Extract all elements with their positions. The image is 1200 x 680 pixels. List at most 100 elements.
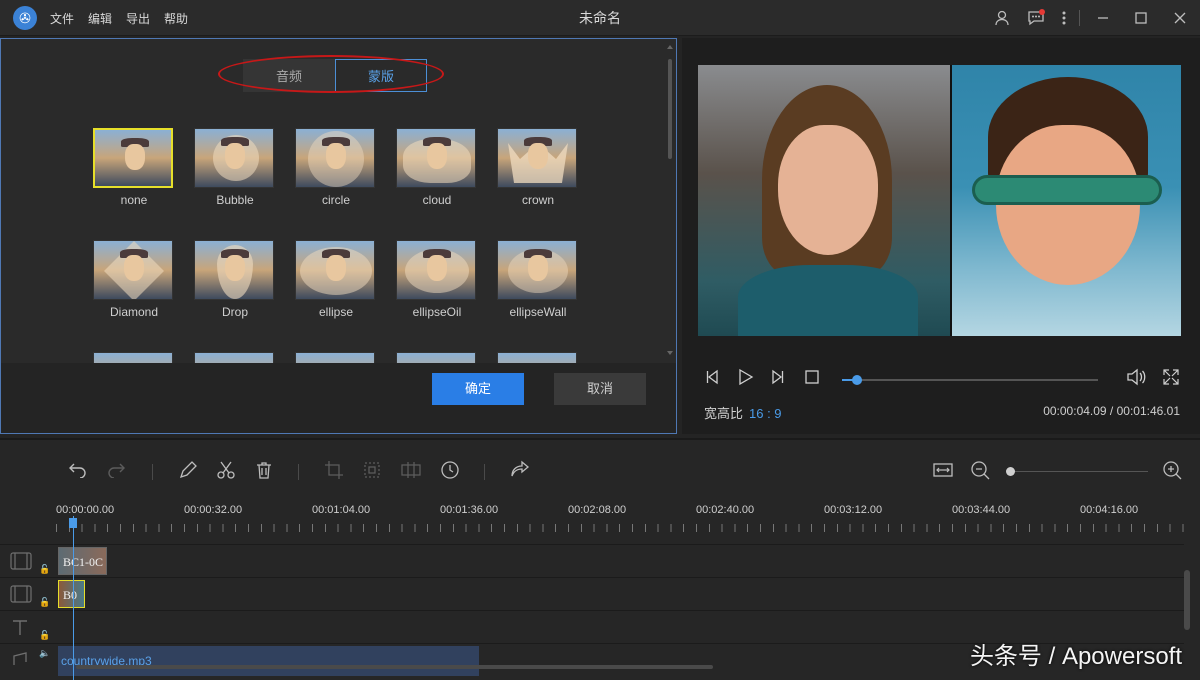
video-preview[interactable] bbox=[698, 65, 1181, 336]
mask-item-circle[interactable]: circle bbox=[295, 128, 377, 207]
timeline-hscrollbar[interactable] bbox=[76, 665, 713, 669]
mask-item-drop[interactable]: Drop bbox=[194, 240, 276, 319]
maximize-icon[interactable] bbox=[1122, 0, 1160, 36]
user-icon[interactable] bbox=[985, 0, 1019, 36]
share-icon[interactable] bbox=[510, 460, 530, 485]
mask-thumbnail[interactable] bbox=[93, 352, 173, 363]
zoom-in-icon[interactable] bbox=[1162, 460, 1182, 485]
time-display: 00:00:04.09 / 00:01:46.01 bbox=[1043, 404, 1180, 418]
mask-thumbnail[interactable] bbox=[396, 240, 476, 300]
mask-thumbnail[interactable] bbox=[396, 352, 476, 363]
crop-icon[interactable] bbox=[324, 460, 344, 485]
mask-item-partial[interactable] bbox=[194, 352, 276, 363]
zoom-knob[interactable] bbox=[1006, 467, 1015, 476]
video-track-2[interactable]: 🔓 B0 bbox=[0, 577, 1184, 610]
mask-item-ellipsewall[interactable]: ellipseWall bbox=[497, 240, 579, 319]
video-track-1[interactable]: 🔓 BC1-0C bbox=[0, 544, 1184, 577]
toolbar-divider bbox=[484, 464, 485, 480]
mask-thumbnail[interactable] bbox=[194, 352, 274, 363]
film-reel-icon: ✇ bbox=[13, 6, 37, 30]
cancel-button[interactable]: 取消 bbox=[554, 373, 646, 405]
ruler-label: 00:04:16.00 bbox=[1080, 504, 1139, 516]
scroll-down-arrow[interactable] bbox=[667, 351, 673, 355]
aspect-ratio: 宽高比 16 : 9 bbox=[704, 403, 782, 422]
play-icon[interactable] bbox=[736, 368, 754, 393]
mask-thumbnail[interactable] bbox=[194, 240, 274, 300]
resize-icon[interactable] bbox=[362, 460, 382, 485]
mask-item-ellipseoil[interactable]: ellipseOil bbox=[396, 240, 478, 319]
ruler-label: 00:00:00.00 bbox=[56, 504, 115, 516]
undo-icon[interactable] bbox=[68, 460, 88, 483]
video-clip[interactable]: B0 bbox=[58, 580, 85, 608]
volume-icon[interactable] bbox=[1126, 368, 1146, 393]
aspect-ratio-value[interactable]: 16 : 9 bbox=[749, 406, 782, 421]
close-icon[interactable] bbox=[1160, 0, 1200, 36]
notification-dot bbox=[1039, 9, 1045, 15]
video-clip[interactable]: BC1-0C bbox=[58, 547, 107, 575]
menu-export[interactable]: 导出 bbox=[126, 10, 150, 27]
mask-thumbnail[interactable] bbox=[295, 128, 375, 188]
mask-item-partial[interactable] bbox=[295, 352, 377, 363]
fullscreen-icon[interactable] bbox=[1162, 368, 1180, 393]
minimize-icon[interactable] bbox=[1084, 0, 1122, 36]
playhead-handle[interactable] bbox=[69, 518, 77, 528]
mask-thumbnail[interactable] bbox=[295, 352, 375, 363]
lock-icon[interactable]: 🔓 bbox=[39, 630, 50, 641]
mask-item-partial[interactable] bbox=[396, 352, 478, 363]
zoom-out-icon[interactable] bbox=[970, 460, 990, 485]
playback-progress[interactable] bbox=[842, 375, 1098, 385]
mask-thumbnail[interactable] bbox=[497, 240, 577, 300]
mask-item-none[interactable]: none bbox=[93, 128, 175, 207]
stop-icon[interactable] bbox=[804, 368, 820, 393]
mask-item-diamond[interactable]: Diamond bbox=[93, 240, 175, 319]
mask-thumbnail[interactable] bbox=[194, 128, 274, 188]
scroll-up-arrow[interactable] bbox=[667, 45, 673, 49]
zoom-slider[interactable] bbox=[1006, 467, 1148, 476]
mask-thumbnail[interactable] bbox=[93, 128, 173, 188]
fit-width-icon[interactable] bbox=[932, 460, 954, 485]
lock-icon[interactable]: 🔓 bbox=[39, 564, 50, 575]
mask-item-partial[interactable] bbox=[93, 352, 175, 363]
mask-item-partial[interactable] bbox=[497, 352, 579, 363]
mask-thumbnail[interactable] bbox=[497, 128, 577, 188]
mask-item-bubble[interactable]: Bubble bbox=[194, 128, 276, 207]
previous-frame-icon[interactable] bbox=[704, 368, 722, 393]
edit-pencil-icon[interactable] bbox=[178, 460, 198, 485]
panel-footer: 确定 取消 bbox=[1, 363, 676, 433]
speaker-icon[interactable]: 🔈 bbox=[39, 648, 50, 659]
playhead[interactable] bbox=[73, 516, 74, 680]
trash-icon[interactable] bbox=[254, 460, 274, 485]
audio-clip[interactable]: countrywide.mp3 bbox=[58, 646, 479, 676]
mask-item-cloud[interactable]: cloud bbox=[396, 128, 478, 207]
lock-icon[interactable]: 🔓 bbox=[39, 597, 50, 608]
mask-thumbnail[interactable] bbox=[497, 352, 577, 363]
clock-icon[interactable] bbox=[440, 460, 460, 485]
titlebar-icons bbox=[985, 0, 1200, 36]
next-frame-icon[interactable] bbox=[768, 368, 786, 393]
mask-thumbnail[interactable] bbox=[396, 128, 476, 188]
watermark: 头条号 / Apowersoft bbox=[969, 643, 1182, 670]
mask-thumbnail[interactable] bbox=[93, 240, 173, 300]
message-icon[interactable] bbox=[1019, 0, 1053, 36]
ok-button[interactable]: 确定 bbox=[432, 373, 524, 405]
panel-scrollbar[interactable] bbox=[668, 59, 672, 159]
mosaic-icon[interactable] bbox=[400, 460, 422, 485]
ruler-label: 00:00:32.00 bbox=[184, 504, 243, 516]
more-icon[interactable] bbox=[1053, 0, 1075, 36]
scissors-icon[interactable] bbox=[216, 460, 236, 485]
mask-label: none bbox=[120, 193, 148, 207]
redo-icon[interactable] bbox=[106, 460, 126, 483]
menu-file[interactable]: 文件 bbox=[50, 10, 74, 27]
tab-mask[interactable]: 蒙版 bbox=[335, 59, 427, 92]
menu-help[interactable]: 帮助 bbox=[164, 10, 188, 27]
tab-audio[interactable]: 音频 bbox=[243, 59, 335, 92]
mask-item-ellipse[interactable]: ellipse bbox=[295, 240, 377, 319]
time-ruler[interactable]: 00:00:00.00 00:00:32.00 00:01:04.00 00:0… bbox=[56, 504, 1186, 532]
mask-item-crown[interactable]: crown bbox=[497, 128, 579, 207]
timeline-vscrollbar[interactable] bbox=[1184, 570, 1190, 630]
mask-label: ellipse bbox=[318, 305, 354, 319]
app-window: ✇ 文件 编辑 导出 帮助 未命名 音频 蒙版 none Bubble circ… bbox=[0, 0, 1200, 680]
menu-edit[interactable]: 编辑 bbox=[88, 10, 112, 27]
mask-thumbnail[interactable] bbox=[295, 240, 375, 300]
progress-knob[interactable] bbox=[852, 375, 863, 385]
